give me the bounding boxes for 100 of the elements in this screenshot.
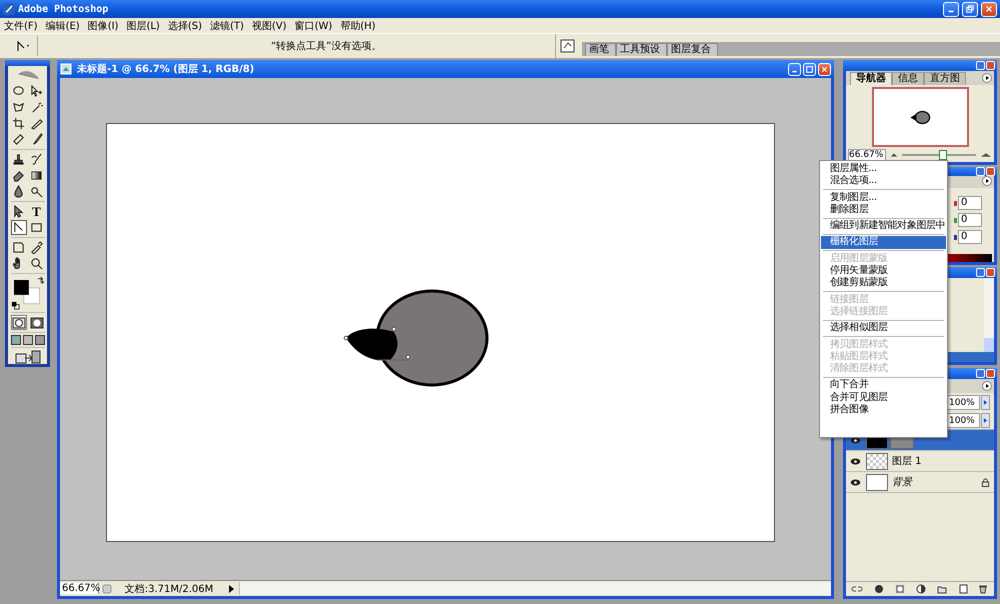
close-button[interactable] bbox=[986, 369, 995, 378]
tool-button[interactable] bbox=[28, 152, 44, 167]
layer-name: 图层 1 bbox=[892, 455, 922, 468]
fill-field[interactable]: 100% bbox=[946, 412, 980, 428]
magnifier-icon bbox=[30, 257, 43, 270]
menu-item[interactable]: 创建剪贴蒙版 bbox=[821, 277, 946, 290]
pen-anchor-icon bbox=[14, 40, 30, 52]
color-swatches[interactable] bbox=[12, 280, 40, 306]
note-icon bbox=[12, 241, 25, 254]
menu-item[interactable]: 图层(L) bbox=[126, 18, 160, 32]
palette-tab[interactable]: 工具预设 bbox=[616, 43, 667, 56]
minimize-button[interactable] bbox=[976, 167, 985, 176]
panel-menu-icon[interactable] bbox=[982, 381, 992, 391]
menu-item[interactable]: 删除图层 bbox=[821, 204, 946, 216]
folder-icon[interactable] bbox=[936, 584, 947, 594]
menu-item[interactable]: 图像(I) bbox=[88, 18, 118, 32]
default-colors-icon[interactable] bbox=[10, 301, 20, 310]
palette-well-icon[interactable] bbox=[560, 38, 576, 54]
tool-button[interactable] bbox=[10, 152, 26, 167]
eye-icon[interactable] bbox=[850, 458, 860, 464]
tool-button[interactable] bbox=[28, 84, 44, 99]
menu-item[interactable]: 文件(F) bbox=[4, 18, 38, 32]
vertical-scrollbar[interactable] bbox=[984, 278, 994, 352]
menu-item[interactable]: 帮助(H) bbox=[340, 18, 376, 32]
type-tool[interactable]: T bbox=[28, 204, 44, 219]
opacity-field[interactable]: 100% bbox=[946, 394, 980, 410]
palette-tab[interactable]: 画笔 bbox=[585, 43, 616, 56]
slider-thumb[interactable] bbox=[938, 150, 947, 160]
tool-button[interactable] bbox=[10, 116, 26, 131]
menu-item[interactable]: 窗口(W) bbox=[294, 18, 332, 32]
new-layer-icon[interactable] bbox=[958, 584, 968, 594]
zoom-field[interactable]: 66.67% bbox=[848, 149, 886, 161]
channel-value-field[interactable]: 0 bbox=[958, 213, 982, 227]
panel-tab[interactable]: 直方图 bbox=[924, 72, 966, 85]
panel-tab[interactable]: 信息 bbox=[892, 72, 924, 85]
panel-menu-icon[interactable] bbox=[982, 176, 992, 186]
minimize-button[interactable] bbox=[943, 2, 959, 16]
zoom-in-icon[interactable] bbox=[980, 152, 992, 158]
channel-value-field[interactable]: 0 bbox=[958, 196, 982, 210]
minimize-button[interactable] bbox=[976, 369, 985, 378]
close-button[interactable] bbox=[818, 62, 831, 76]
menu-item[interactable]: 停用矢量蒙版 bbox=[821, 265, 946, 278]
tool-button[interactable] bbox=[10, 132, 26, 147]
fill-slider-button[interactable] bbox=[981, 412, 990, 428]
opacity-slider-button[interactable] bbox=[981, 394, 990, 410]
status-menu-arrow-icon[interactable] bbox=[226, 584, 236, 594]
pen-anchor-icon bbox=[12, 221, 25, 234]
restore-button[interactable] bbox=[962, 2, 978, 16]
channel-value-field[interactable]: 0 bbox=[958, 230, 982, 244]
minimize-button[interactable] bbox=[976, 268, 985, 277]
menu-item[interactable]: 滤镜(T) bbox=[210, 18, 244, 32]
minimize-button[interactable] bbox=[976, 61, 985, 70]
panel-tab[interactable]: 导航器 bbox=[850, 72, 892, 85]
bandage-icon bbox=[12, 133, 25, 146]
close-button[interactable] bbox=[986, 268, 995, 277]
menu-item[interactable]: 混合选项... bbox=[821, 175, 946, 188]
menu-item[interactable]: 向下合并 bbox=[821, 379, 946, 392]
standard-mode-button[interactable] bbox=[10, 315, 26, 330]
quick-mask-button[interactable] bbox=[28, 315, 44, 330]
layer-row[interactable]: 背景 bbox=[846, 472, 994, 493]
palette-tab[interactable]: 图层复合 bbox=[667, 43, 718, 56]
horizontal-scrollbar[interactable] bbox=[239, 582, 831, 595]
tool-button[interactable] bbox=[10, 168, 26, 183]
layer-thumbnail bbox=[866, 452, 888, 470]
eye-icon[interactable] bbox=[850, 478, 860, 486]
close-button[interactable] bbox=[986, 61, 995, 70]
menu-item[interactable]: 编组到新建智能对象图层中 bbox=[821, 220, 946, 232]
tool-button[interactable] bbox=[10, 220, 26, 235]
zoom-out-icon[interactable] bbox=[890, 152, 898, 158]
menu-item[interactable]: 选择(S) bbox=[168, 18, 202, 32]
navigator-view-box[interactable] bbox=[872, 87, 968, 147]
tool-button[interactable] bbox=[10, 240, 26, 255]
menu-item[interactable]: 图层属性... bbox=[821, 163, 946, 176]
maximize-button[interactable] bbox=[803, 62, 816, 76]
menu-item[interactable]: 视图(V) bbox=[252, 18, 287, 32]
menu-item[interactable]: 复制图层... bbox=[821, 192, 946, 204]
menu-item[interactable]: 选择相似图层 bbox=[821, 322, 946, 335]
layer-style-icon[interactable] bbox=[874, 584, 884, 594]
canvas[interactable] bbox=[106, 123, 775, 542]
menu-item[interactable]: 合并可见图层 bbox=[821, 392, 946, 404]
tool-button[interactable] bbox=[28, 116, 44, 131]
link-icon[interactable] bbox=[851, 585, 864, 593]
menu-item[interactable]: 拼合图像 bbox=[821, 404, 946, 416]
menu-item[interactable]: 栅格化图层 bbox=[821, 236, 946, 249]
minimize-button[interactable] bbox=[788, 62, 801, 76]
menu-item[interactable]: 编辑(E) bbox=[46, 18, 80, 32]
close-button[interactable] bbox=[986, 167, 995, 176]
adjustment-layer-icon[interactable] bbox=[916, 584, 926, 594]
tool-button[interactable] bbox=[28, 240, 44, 255]
trash-icon[interactable] bbox=[978, 584, 988, 594]
close-button[interactable] bbox=[981, 2, 997, 16]
layer-mask-icon[interactable] bbox=[895, 584, 906, 594]
layer-row[interactable]: 图层 1 bbox=[846, 451, 994, 472]
tool-button[interactable] bbox=[28, 256, 44, 271]
zoom-field[interactable]: 66.67% bbox=[60, 583, 99, 594]
dodge-icon bbox=[30, 185, 43, 198]
jump-to-imageready-icon[interactable] bbox=[14, 350, 40, 364]
knife-icon bbox=[30, 117, 43, 130]
panel-menu-icon[interactable] bbox=[982, 73, 992, 83]
swap-colors-icon[interactable] bbox=[36, 276, 44, 285]
